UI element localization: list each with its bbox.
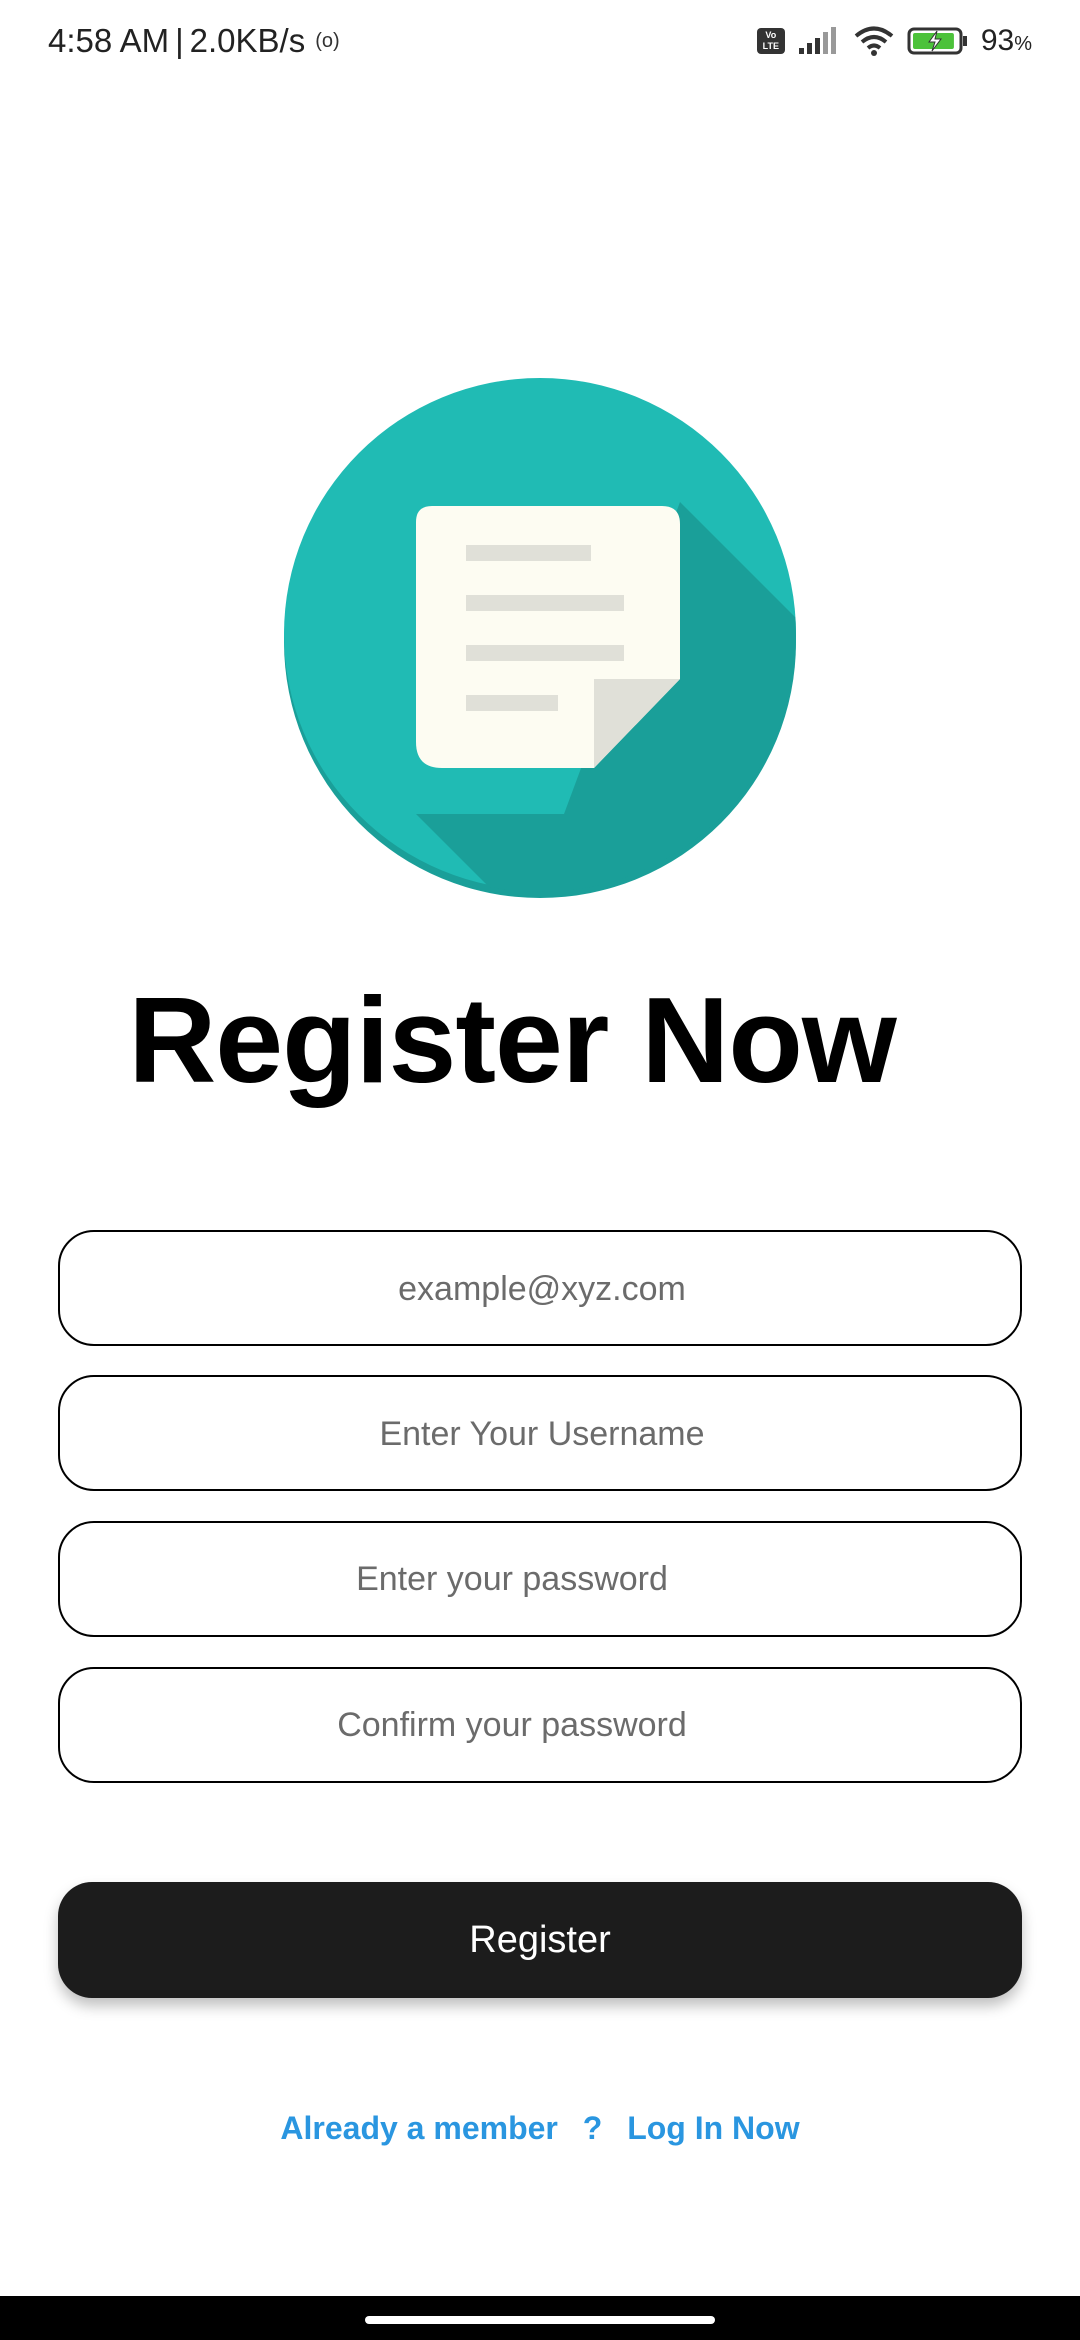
question-mark: ? [582, 2110, 603, 2146]
status-left: 4:58 AM | 2.0KB/s (o) [48, 22, 340, 60]
already-member-link[interactable]: Already a member [280, 2110, 557, 2146]
status-separator: | [175, 22, 184, 59]
username-input[interactable] [60, 1377, 1024, 1491]
password-field[interactable] [58, 1521, 1022, 1637]
login-link[interactable]: Log In Now [627, 2110, 799, 2146]
hotspot-icon: (o) [315, 29, 340, 52]
battery-percent: 93% [981, 24, 1032, 58]
status-time: 4:58 AM [48, 22, 170, 59]
document-icon [284, 378, 796, 898]
network-speed: 2.0KB/s [189, 22, 306, 59]
password-input[interactable] [60, 1523, 1020, 1635]
battery-percent-value: 93 [980, 24, 1015, 57]
battery-charging-icon [907, 27, 967, 55]
navigation-bar [0, 2296, 1080, 2340]
signal-icon [798, 27, 836, 54]
register-screen: 4:58 AM | 2.0KB/s (o) Vo LTE 93% Registe… [0, 0, 1080, 2340]
wifi-icon [854, 26, 894, 56]
confirm-password-input[interactable] [60, 1669, 1020, 1781]
email-field[interactable] [58, 1230, 1024, 1346]
status-right: Vo LTE 93% [756, 24, 1032, 58]
battery-percent-unit: % [1014, 33, 1032, 55]
page-title: Register Now [128, 972, 897, 1108]
login-prompt: Already a member ? Log In Now [0, 2110, 1080, 2147]
home-indicator[interactable] [365, 2316, 715, 2324]
username-field[interactable] [58, 1375, 1024, 1491]
register-button[interactable]: Register [58, 1882, 1022, 1998]
status-bar: 4:58 AM | 2.0KB/s (o) Vo LTE 93% [0, 0, 1080, 86]
email-input[interactable] [60, 1232, 1024, 1346]
confirm-password-field[interactable] [58, 1667, 1022, 1783]
volte-icon: Vo LTE [756, 28, 785, 54]
app-logo [284, 372, 796, 900]
